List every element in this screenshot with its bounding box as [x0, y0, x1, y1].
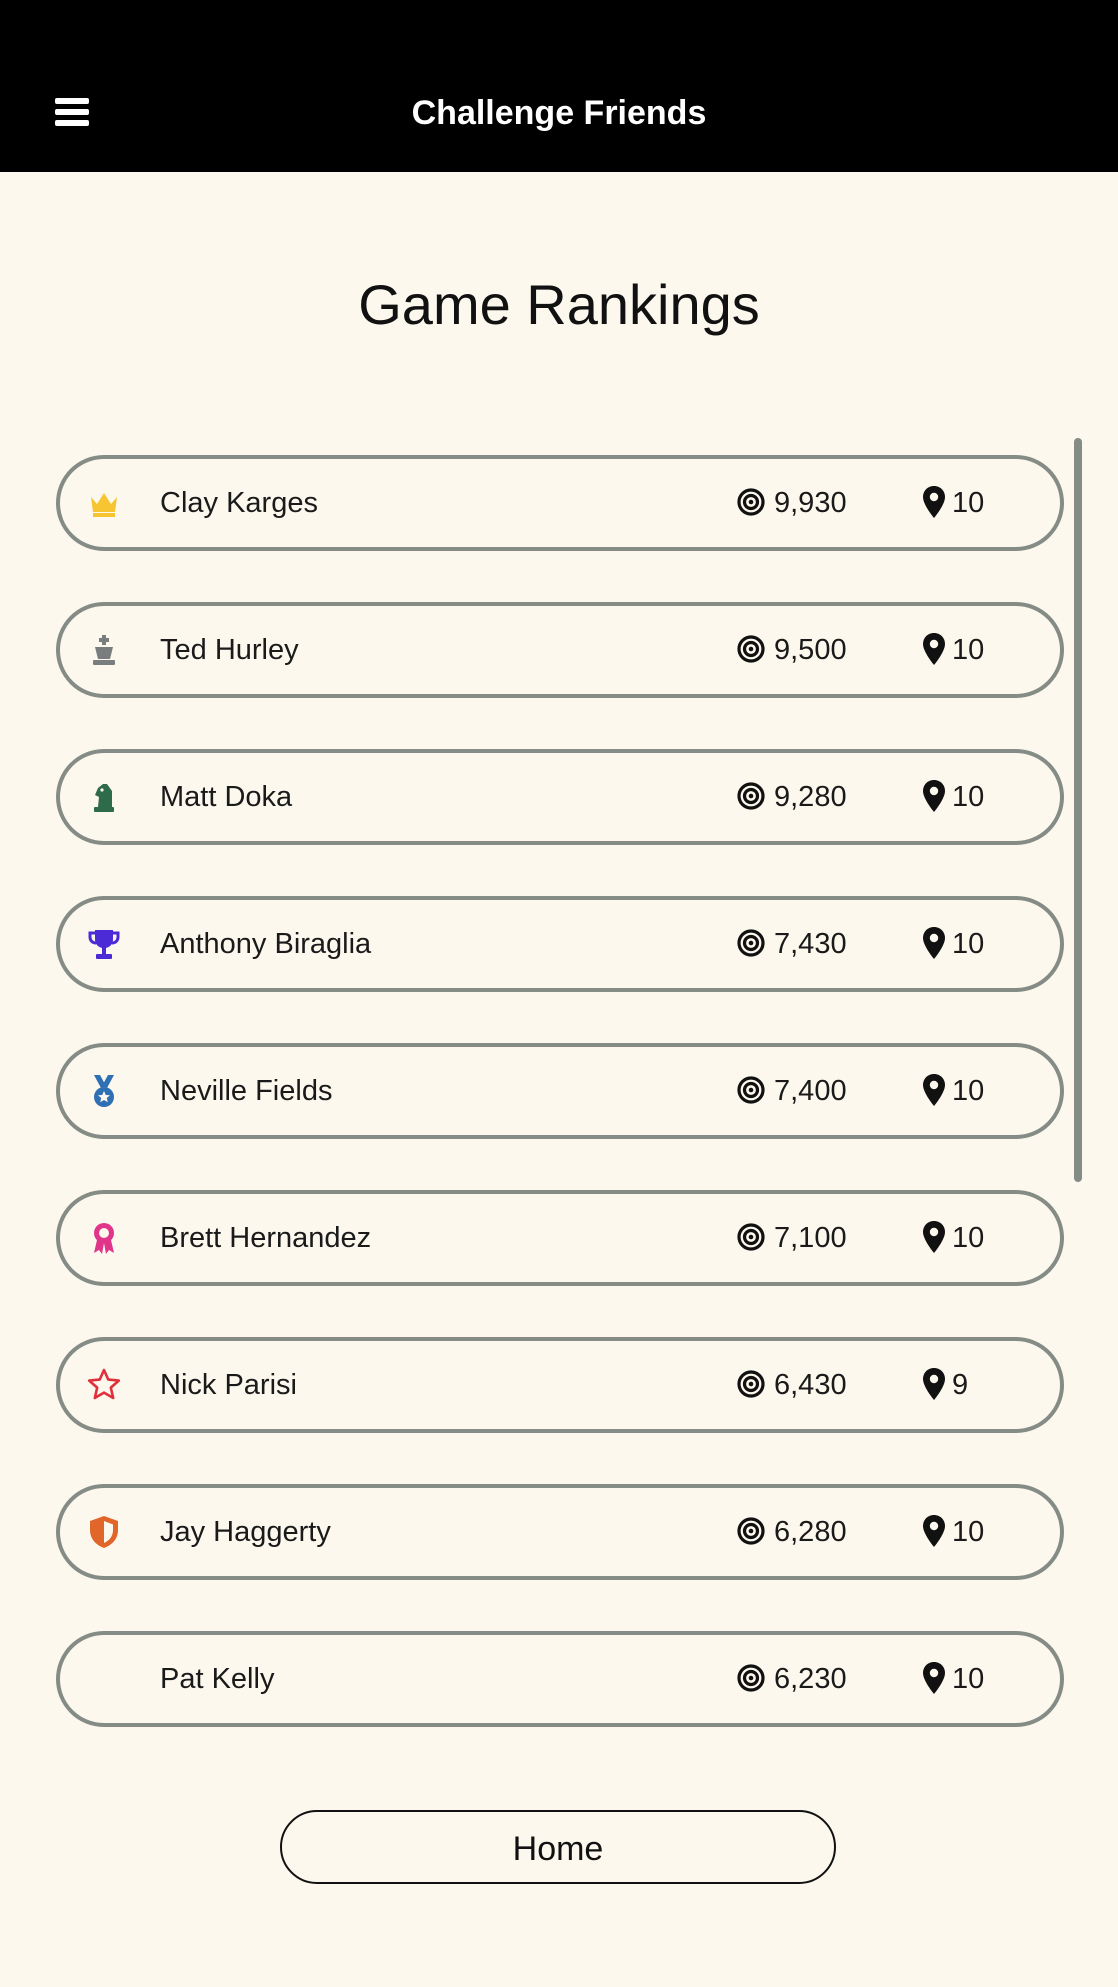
player-name: Neville Fields — [160, 1075, 333, 1107]
map-pin-icon — [922, 632, 946, 666]
player-level: 10 — [952, 1663, 985, 1695]
ranking-row[interactable]: Neville Fields 7,400 10 — [56, 1043, 1064, 1139]
map-pin-icon — [922, 1220, 946, 1254]
map-pin-icon — [922, 1367, 946, 1401]
player-level: 10 — [952, 1516, 985, 1548]
trophy-icon — [86, 926, 122, 962]
player-name: Nick Parisi — [160, 1369, 297, 1401]
page-title: Game Rankings — [358, 273, 760, 336]
chess-knight-icon — [86, 779, 122, 815]
crown-icon — [86, 485, 122, 521]
chess-king-icon — [86, 632, 122, 668]
player-level: 10 — [952, 487, 985, 519]
player-name: Pat Kelly — [160, 1663, 275, 1695]
player-level: 10 — [952, 1222, 985, 1254]
target-icon — [736, 928, 766, 958]
target-icon — [736, 1075, 766, 1105]
medal-icon — [86, 1073, 122, 1109]
player-score: 7,100 — [774, 1222, 847, 1254]
player-name: Ted Hurley — [160, 634, 299, 666]
player-level: 10 — [952, 928, 985, 960]
scrollbar[interactable] — [1074, 438, 1082, 1182]
ranking-row[interactable]: Ted Hurley 9,500 10 — [56, 602, 1064, 698]
map-pin-icon — [922, 779, 946, 813]
app-header: Challenge Friends — [0, 0, 1118, 172]
ranking-row[interactable]: Anthony Biraglia 7,430 10 — [56, 896, 1064, 992]
player-name: Jay Haggerty — [160, 1516, 331, 1548]
player-name: Brett Hernandez — [160, 1222, 372, 1254]
map-pin-icon — [922, 926, 946, 960]
map-pin-icon — [922, 1073, 946, 1107]
player-score: 7,430 — [774, 928, 847, 960]
star-outline-icon — [86, 1367, 122, 1403]
map-pin-icon — [922, 485, 946, 519]
player-score: 9,500 — [774, 634, 847, 666]
player-score: 6,230 — [774, 1663, 847, 1695]
player-name: Clay Karges — [160, 487, 318, 519]
player-name: Matt Doka — [160, 781, 293, 813]
target-icon — [736, 1663, 766, 1693]
player-score: 6,280 — [774, 1516, 847, 1548]
player-score: 9,280 — [774, 781, 847, 813]
ranking-row[interactable]: Matt Doka 9,280 10 — [56, 749, 1064, 845]
home-button[interactable]: Home — [280, 1810, 836, 1884]
player-score: 7,400 — [774, 1075, 847, 1107]
award-ribbon-icon — [86, 1220, 122, 1256]
ranking-row[interactable]: Jay Haggerty 6,280 10 — [56, 1484, 1064, 1580]
target-icon — [736, 1369, 766, 1399]
target-icon — [736, 487, 766, 517]
app-title: Challenge Friends — [411, 94, 707, 132]
player-level: 10 — [952, 634, 985, 666]
player-score: 6,430 — [774, 1369, 847, 1401]
player-level: 10 — [952, 1075, 985, 1107]
rank-icon-empty — [86, 1661, 122, 1697]
map-pin-icon — [922, 1514, 946, 1548]
ranking-row[interactable]: Brett Hernandez 7,100 10 — [56, 1190, 1064, 1286]
ranking-row[interactable]: Clay Karges 9,930 10 — [56, 455, 1064, 551]
ranking-row[interactable]: Nick Parisi 6,430 9 — [56, 1337, 1064, 1433]
player-level: 9 — [952, 1369, 969, 1401]
map-pin-icon — [922, 1661, 946, 1695]
target-icon — [736, 781, 766, 811]
ranking-row[interactable]: Pat Kelly 6,230 10 — [56, 1631, 1064, 1727]
target-icon — [736, 1516, 766, 1546]
player-score: 9,930 — [774, 487, 847, 519]
shield-icon — [86, 1514, 122, 1550]
target-icon — [736, 634, 766, 664]
player-level: 10 — [952, 781, 985, 813]
player-name: Anthony Biraglia — [160, 928, 372, 960]
target-icon — [736, 1222, 766, 1252]
